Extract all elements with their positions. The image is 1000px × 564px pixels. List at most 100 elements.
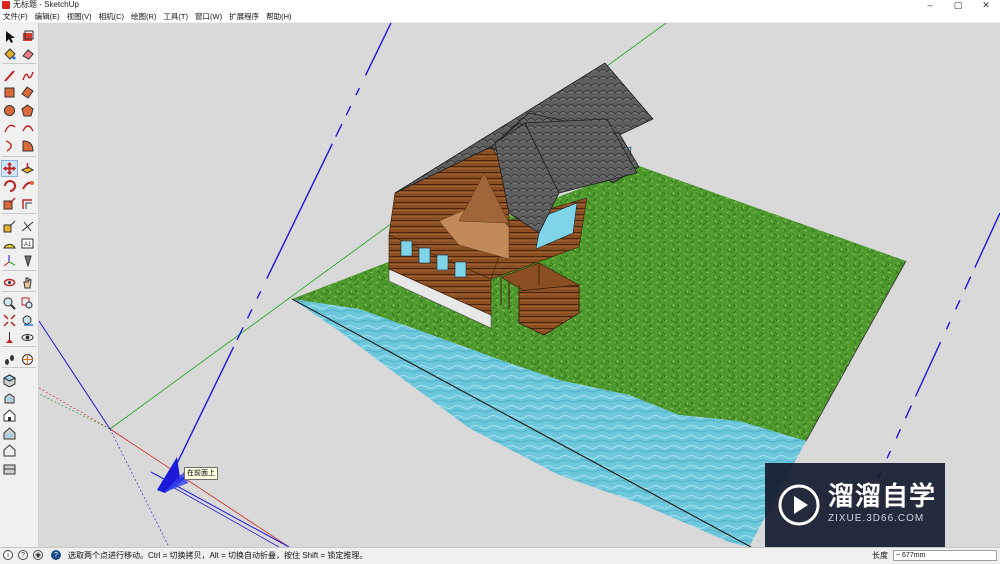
text-tool[interactable]: A1 <box>20 236 35 251</box>
pie-icon <box>22 140 34 152</box>
rotate-tool[interactable] <box>2 178 17 193</box>
orbit-tool[interactable] <box>2 275 17 290</box>
blue-axis-line <box>39 320 111 430</box>
title-bar: 无标题 - SketchUp ‒ ▢ ✕ <box>0 0 1000 11</box>
pencil-icon <box>4 70 15 82</box>
walk-tool[interactable] <box>2 352 17 367</box>
iso-view[interactable] <box>2 373 17 388</box>
left-view-icon <box>3 464 16 474</box>
line-tool[interactable] <box>2 68 17 83</box>
zoom-window-icon <box>21 297 33 309</box>
three-point-arc-icon <box>5 140 12 152</box>
3d-text-icon <box>24 255 32 267</box>
blue-base-line-2 <box>161 480 280 547</box>
svg-text:A1: A1 <box>24 242 32 248</box>
info-icon[interactable]: i <box>3 550 13 560</box>
menu-edit[interactable]: 编辑(E) <box>32 11 64 22</box>
pan-tool[interactable] <box>20 275 35 290</box>
eraser-tool[interactable] <box>20 46 35 61</box>
previous-view-icon <box>22 315 33 326</box>
maximize-button[interactable]: ▢ <box>944 0 972 11</box>
orbit-icon <box>3 278 16 287</box>
iso-view-icon <box>3 374 16 387</box>
close-button[interactable]: ✕ <box>972 0 1000 11</box>
red-axis-dotted <box>39 387 111 430</box>
rectangle-icon <box>4 87 15 98</box>
polygon-icon <box>21 104 34 117</box>
three-point-arc-tool[interactable] <box>2 138 17 153</box>
follow-me-tool[interactable] <box>20 178 35 193</box>
protractor-icon <box>3 243 16 249</box>
scale-tool[interactable] <box>2 196 17 211</box>
menu-file[interactable]: 文件(F) <box>0 11 32 22</box>
position-camera-tool[interactable] <box>2 330 17 345</box>
offset-icon <box>22 199 32 209</box>
zoom-tool[interactable] <box>2 296 17 311</box>
blue-guide-line-left <box>167 23 392 483</box>
circle-icon <box>4 105 15 116</box>
window-controls: ‒ ▢ ✕ <box>916 0 1000 11</box>
user-icon[interactable]: ◉ <box>33 550 43 560</box>
menu-help[interactable]: 帮助(H) <box>263 11 295 22</box>
move-tool[interactable] <box>1 160 18 177</box>
top-view[interactable] <box>2 391 17 406</box>
push-pull-icon <box>21 163 34 174</box>
zoom-extents-tool[interactable] <box>2 313 17 328</box>
axes-tool[interactable] <box>2 253 17 268</box>
arc-tool[interactable] <box>2 120 17 135</box>
circle-tool[interactable] <box>2 103 17 118</box>
component-icon <box>23 30 34 41</box>
rectangle-tool[interactable] <box>2 85 17 100</box>
push-pull-tool[interactable] <box>20 161 35 176</box>
menu-window[interactable]: 窗口(W) <box>192 11 226 22</box>
watermark-title: 溜溜自学 <box>828 481 937 511</box>
rotate-icon <box>4 180 16 192</box>
geo-icon[interactable]: ? <box>51 550 61 560</box>
back-view-icon <box>3 444 16 457</box>
right-view[interactable] <box>2 426 17 441</box>
menu-extensions[interactable]: 扩展程序 <box>226 11 263 22</box>
previous-view-tool[interactable] <box>20 313 35 328</box>
minimize-button[interactable]: ‒ <box>916 0 944 11</box>
eraser-icon <box>22 49 34 60</box>
menu-tools[interactable]: 工具(T) <box>160 11 192 22</box>
paint-bucket-tool[interactable] <box>2 46 17 61</box>
toolbar-separator <box>2 346 36 347</box>
freehand-tool[interactable] <box>20 68 35 83</box>
rotated-rectangle-tool[interactable] <box>20 85 35 100</box>
arrow-icon <box>6 31 15 43</box>
axes-icon <box>3 255 16 267</box>
measurements-input[interactable]: ~ 677mm <box>893 550 997 561</box>
help-icon[interactable]: ? <box>18 550 28 560</box>
menu-camera[interactable]: 相机(C) <box>96 11 128 22</box>
two-point-arc-tool[interactable] <box>20 120 35 135</box>
select-tool[interactable] <box>2 29 17 44</box>
pie-tool[interactable] <box>20 138 35 153</box>
walk-icon <box>5 355 14 365</box>
zoom-window-tool[interactable] <box>20 296 35 311</box>
top-view-icon <box>4 392 15 403</box>
menu-bar: 文件(F) 编辑(E) 视图(V) 相机(C) 绘图(R) 工具(T) 窗口(W… <box>0 11 1000 22</box>
look-around-tool[interactable] <box>20 330 35 345</box>
look-around-icon <box>21 334 34 341</box>
menu-draw[interactable]: 绘图(R) <box>128 11 160 22</box>
section-plane-tool[interactable] <box>20 352 35 367</box>
polygon-tool[interactable] <box>20 103 35 118</box>
tape-measure-tool[interactable] <box>2 219 17 234</box>
toolbar-separator <box>2 156 36 157</box>
position-camera-icon <box>6 332 13 343</box>
toolbar-separator <box>2 291 36 292</box>
front-view-icon <box>3 409 16 422</box>
left-view[interactable] <box>2 461 17 476</box>
make-component-tool[interactable] <box>20 29 35 44</box>
3d-text-tool[interactable] <box>20 253 35 268</box>
offset-tool[interactable] <box>20 196 35 211</box>
dimension-tool[interactable] <box>20 219 35 234</box>
front-view[interactable] <box>2 408 17 423</box>
protractor-tool[interactable] <box>2 236 17 251</box>
arc-icon <box>4 124 16 133</box>
right-view-icon <box>3 426 16 439</box>
menu-view[interactable]: 视图(V) <box>64 11 96 22</box>
zixue-watermark: 溜溜自学 ZIXUE.3D66.COM <box>765 463 945 547</box>
back-view[interactable] <box>2 443 17 458</box>
